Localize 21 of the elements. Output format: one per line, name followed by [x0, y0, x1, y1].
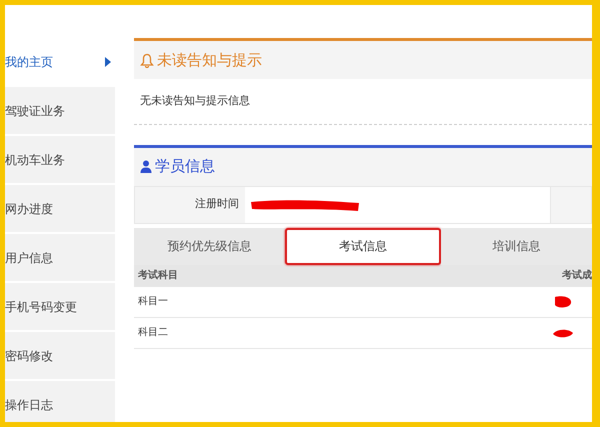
bell-icon: [140, 52, 154, 68]
field-label: 注册时间: [135, 186, 245, 222]
notice-message: 无未读告知与提示信息: [140, 94, 250, 107]
tab[interactable]: 考试信息: [285, 228, 441, 264]
tab[interactable]: 培训信息: [440, 228, 592, 264]
sidebar-item[interactable]: 驾驶证业务: [5, 87, 115, 136]
sidebar-item[interactable]: 密码修改: [5, 332, 115, 381]
sidebar-item[interactable]: 操作日志: [5, 381, 115, 422]
table-cell-text: 科目一: [138, 294, 168, 309]
table-cell-text: 科目二: [138, 326, 168, 340]
sidebar-item[interactable]: 机动车业务: [5, 136, 115, 185]
panel-title: 学员信息: [155, 156, 215, 178]
caret-icon: [105, 56, 111, 66]
person-icon: [140, 160, 152, 173]
sidebar-item[interactable]: 手机号码变更: [5, 283, 115, 332]
column-header: 考试成: [562, 268, 592, 283]
sidebar-item[interactable]: 用户信息: [5, 234, 115, 283]
panel-title: 未读告知与提示: [157, 50, 262, 71]
sidebar-item[interactable]: 网办进度: [5, 185, 115, 234]
tab[interactable]: 预约优先级信息: [134, 228, 286, 264]
column-header: 考试科目: [138, 268, 178, 283]
